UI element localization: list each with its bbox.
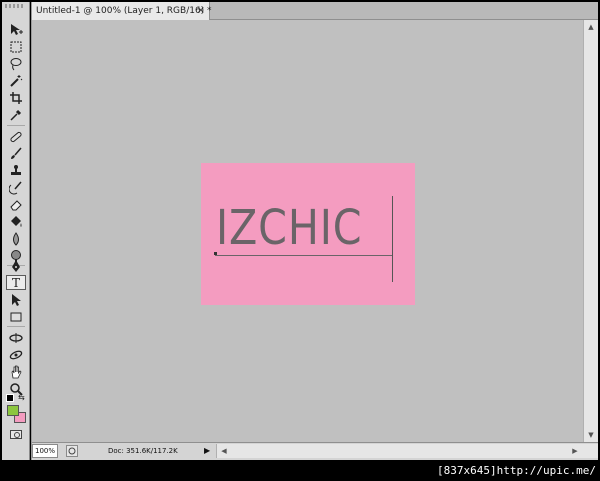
lasso-tool-button[interactable]: [6, 56, 26, 71]
eraser-tool-button[interactable]: [6, 197, 26, 212]
3d-rotate-tool-button[interactable]: [6, 330, 26, 345]
canvas-area[interactable]: IZCHIC: [32, 20, 583, 442]
orbit-3d-icon: [9, 350, 23, 359]
text-anchor-point: [214, 252, 217, 255]
close-icon[interactable]: ×: [197, 5, 205, 17]
canvas-text-layer[interactable]: IZCHIC: [216, 200, 362, 256]
horizontal-scrollbar[interactable]: ◀ ▶: [216, 444, 598, 458]
eyedropper-icon: [10, 109, 22, 121]
scroll-down-icon[interactable]: ▼: [584, 428, 598, 442]
brush-tool-button[interactable]: [6, 146, 26, 161]
quick-mask-icon: [14, 432, 20, 438]
drop-icon: [13, 231, 19, 246]
document-tab-bar: Untitled-1 @ 100% (Layer 1, RGB/16) * ×: [32, 2, 598, 20]
status-info-icon[interactable]: [66, 445, 78, 457]
hand-icon: [11, 365, 22, 378]
tool-separator: [7, 125, 25, 126]
scroll-left-icon[interactable]: ◀: [217, 444, 231, 458]
history-brush-tool-button[interactable]: [6, 180, 26, 195]
eyedropper-tool-button[interactable]: [6, 107, 26, 122]
text-baseline: [215, 255, 393, 256]
scroll-right-icon[interactable]: ▶: [568, 444, 582, 458]
move-icon: [11, 23, 23, 35]
scroll-up-icon[interactable]: ▲: [584, 20, 598, 34]
tools-panel: T ⇆: [2, 2, 30, 460]
crop-tool-button[interactable]: [6, 90, 26, 105]
type-icon: T: [11, 275, 20, 290]
default-colors-icon[interactable]: [6, 394, 14, 402]
magic-wand-tool-button[interactable]: [6, 73, 26, 88]
document-tab[interactable]: Untitled-1 @ 100% (Layer 1, RGB/16) * ×: [32, 2, 212, 20]
foreground-color-swatch[interactable]: [7, 405, 19, 416]
marquee-icon: [10, 41, 22, 52]
healing-brush-tool-button[interactable]: [6, 129, 26, 144]
vertical-scrollbar[interactable]: ▲ ▼: [583, 20, 598, 442]
clone-stamp-tool-button[interactable]: [6, 163, 26, 178]
rectangle-icon: [10, 312, 22, 321]
document-size-info: Doc: 351.6K/117.2K: [108, 447, 178, 455]
3d-orbit-tool-button[interactable]: [6, 347, 26, 362]
rotate-3d-icon: [9, 332, 23, 343]
status-menu-arrow-icon[interactable]: ▶: [204, 445, 210, 457]
text-insertion-cursor: [392, 196, 393, 282]
eraser-icon: [10, 199, 22, 210]
artboard[interactable]: IZCHIC: [201, 163, 415, 305]
status-bar: 100% Doc: 351.6K/117.2K ▶ ◀ ▶: [32, 442, 598, 460]
bucket-icon: [11, 215, 22, 227]
path-selection-tool-button[interactable]: [6, 292, 26, 307]
move-tool-button[interactable]: [6, 22, 26, 37]
blur-tool-button[interactable]: [6, 231, 26, 246]
paint-bucket-tool-button[interactable]: [6, 214, 26, 229]
pen-tool-button[interactable]: [6, 258, 26, 273]
brush-icon: [11, 147, 22, 159]
zoom-level-field[interactable]: 100%: [32, 444, 58, 458]
magic-wand-icon: [10, 74, 23, 87]
panel-grip[interactable]: [5, 4, 25, 8]
bandage-icon: [10, 131, 22, 142]
lasso-icon: [10, 57, 22, 70]
watermark-text: [837x645]http://upic.me/: [437, 464, 596, 477]
tool-separator: [7, 326, 25, 327]
document-tab-title: Untitled-1 @ 100% (Layer 1, RGB/16) *: [36, 6, 212, 16]
history-brush-icon: [9, 181, 22, 194]
type-tool-button[interactable]: T: [6, 275, 26, 290]
stamp-icon: [11, 164, 21, 175]
pen-icon: [12, 259, 20, 272]
swap-colors-icon[interactable]: ⇆: [18, 393, 25, 402]
hand-tool-button[interactable]: [6, 364, 26, 379]
document-window: Untitled-1 @ 100% (Layer 1, RGB/16) * × …: [31, 2, 598, 460]
quick-mask-button[interactable]: [10, 430, 22, 439]
arrow-icon: [12, 293, 21, 306]
marquee-tool-button[interactable]: [6, 39, 26, 54]
shape-tool-button[interactable]: [6, 309, 26, 324]
crop-icon: [10, 91, 22, 104]
